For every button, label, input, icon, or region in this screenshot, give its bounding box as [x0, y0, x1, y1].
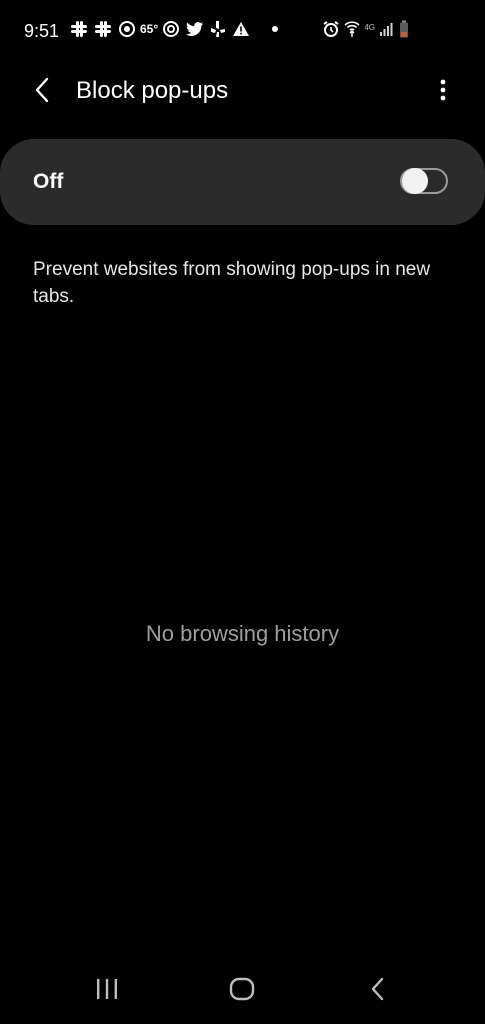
chevron-left-icon: [33, 76, 51, 109]
block-popups-toggle[interactable]: [400, 168, 448, 194]
back-button[interactable]: [26, 76, 58, 108]
wifi-calling-icon: [344, 20, 360, 43]
app-bar: Block pop-ups: [0, 64, 485, 120]
recents-icon: [95, 978, 119, 1005]
toggle-knob: [402, 168, 428, 194]
master-switch-bar[interactable]: Off: [0, 139, 485, 225]
twitter-icon: [186, 21, 204, 37]
more-options-button[interactable]: [431, 76, 455, 108]
sync-icon: [162, 20, 180, 38]
warning-icon: [232, 21, 250, 37]
system-icons: 4G: [322, 20, 409, 43]
switch-label: Off: [33, 170, 64, 193]
notification-icons: 65°: [70, 20, 279, 38]
description-text: Prevent websites from showing pop-ups in…: [33, 259, 431, 307]
back-icon: [370, 977, 386, 1006]
recents-button[interactable]: [87, 976, 127, 1006]
battery-icon: [399, 20, 409, 43]
signal-icon: [379, 21, 395, 42]
weather-icon: [118, 20, 136, 38]
page-title: Block pop-ups: [76, 77, 229, 104]
home-button[interactable]: [222, 976, 262, 1006]
home-icon: [229, 977, 255, 1006]
temperature: 65°: [140, 22, 159, 36]
slack-icon: [70, 20, 88, 38]
alarm-icon: [322, 20, 340, 43]
empty-state-text: No browsing history: [145, 621, 340, 646]
network-type: 4G: [364, 23, 375, 32]
slack-icon: [94, 20, 112, 38]
more-vert-icon: [440, 79, 446, 106]
navigation-bar: [0, 960, 485, 1024]
nav-back-button[interactable]: [358, 976, 398, 1006]
yelp-icon: [210, 20, 226, 38]
status-bar: 9:51 65° 4G: [0, 0, 485, 64]
dot-icon: [272, 26, 279, 32]
status-time: 9:51: [24, 21, 60, 41]
